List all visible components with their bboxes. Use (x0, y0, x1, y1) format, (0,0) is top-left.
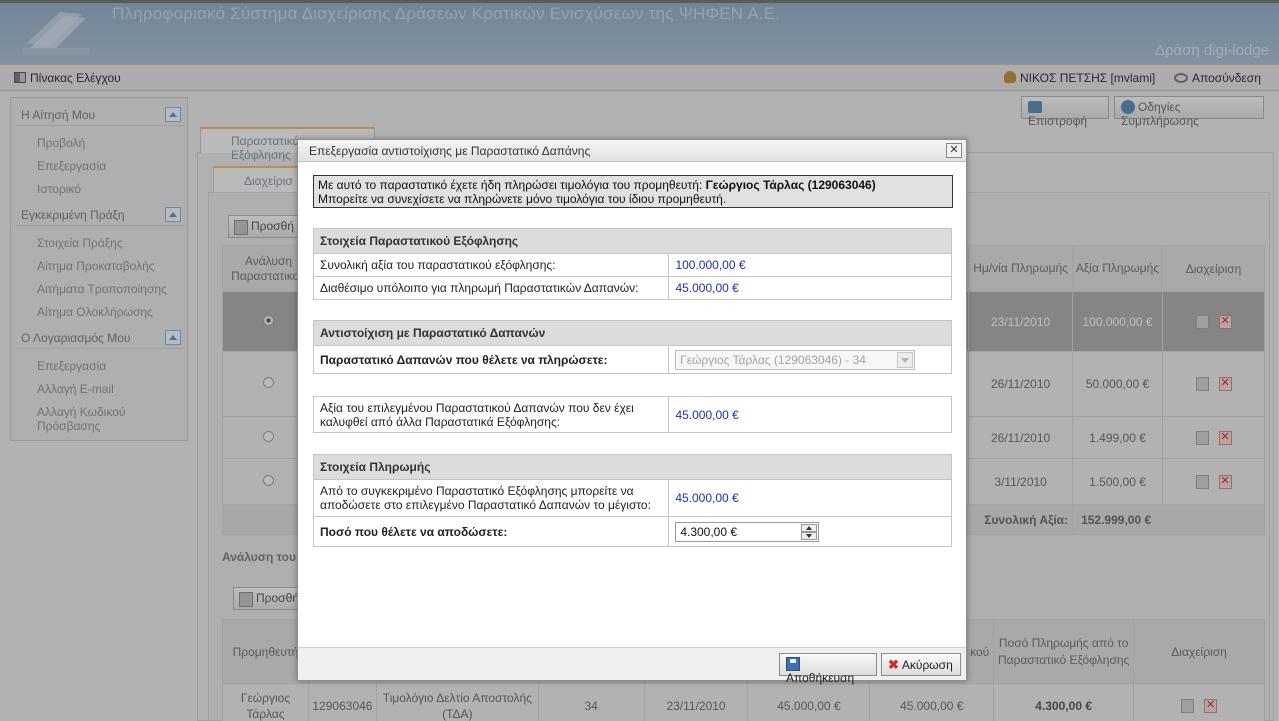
notice-text-2: Μπορείτε να συνεχίσετε να πληρώνετε μόνο… (318, 192, 727, 206)
dialog-body: Με αυτό το παραστατικό έχετε ήδη πληρώσε… (298, 163, 966, 647)
notice-supplier: Γεώργιος Τάρλας (129063046) (705, 178, 876, 192)
cancel-icon: ✖ (888, 657, 899, 672)
amount-value: 4.300,00 € (680, 524, 738, 539)
edit-matching-dialog: Επεξεργασία αντιστοίχισης με Παραστατικό… (297, 139, 967, 685)
field-value: 45.000,00 € (668, 396, 952, 433)
save-icon (786, 657, 800, 671)
expense-matching-section: Αντιστοίχιση με Παραστατικό Δαπανών Παρα… (312, 320, 952, 374)
field-label: Αξία του επιλεγμένου Παραστατικού Δαπανώ… (312, 396, 670, 433)
field-value: 45.000,00 € (668, 276, 952, 300)
dialog-title: Επεξεργασία αντιστοίχισης με Παραστατικό… (309, 144, 591, 158)
cancel-button[interactable]: ✖ Ακύρωση (881, 653, 961, 676)
save-label: Αποθήκευση (786, 671, 855, 685)
uncovered-value-section: Αξία του επιλεγμένου Παραστατικού Δαπανώ… (312, 396, 952, 433)
field-value: 100.000,00 € (668, 253, 952, 277)
close-icon[interactable]: ✕ (946, 143, 962, 158)
field-label: Παραστατικό Δαπανών που θέλετε να πληρώσ… (312, 345, 670, 374)
field-value: 45.000,00 € (668, 479, 952, 517)
field-label: Ποσό που θέλετε να αποδώσετε: (312, 516, 670, 547)
dialog-title-bar[interactable]: Επεξεργασία αντιστοίχισης με Παραστατικό… (298, 140, 966, 162)
supplier-notice: Με αυτό το παραστατικό έχετε ήδη πληρώσε… (313, 175, 953, 208)
amount-stepper[interactable]: 4.300,00 € (675, 521, 820, 542)
chevron-down-icon[interactable] (897, 351, 914, 368)
section-header: Στοιχεία Πληρωμής (313, 454, 952, 480)
notice-text: Με αυτό το παραστατικό έχετε ήδη πληρώσε… (318, 178, 706, 192)
select-value: Γεώργιος Τάρλας (129063046) - 34 (680, 352, 866, 367)
field-label: Συνολική αξία του παραστατικού εξόφλησης… (312, 253, 670, 277)
dialog-footer: Αποθήκευση ✖ Ακύρωση (298, 647, 966, 685)
expense-document-select[interactable]: Γεώργιος Τάρλας (129063046) - 34 (675, 349, 916, 370)
field-label: Από το συγκεκριμένο Παραστατικό Εξόφληση… (312, 479, 670, 517)
field-label: Διαθέσιμο υπόλοιπο για πληρωμή Παραστατι… (312, 276, 670, 300)
section-header: Στοιχεία Παραστατικού Εξόφλησης (313, 228, 952, 254)
increment-icon[interactable] (801, 523, 818, 532)
expense-document-cell: Γεώργιος Τάρλας (129063046) - 34 (668, 345, 952, 374)
save-button[interactable]: Αποθήκευση (779, 653, 877, 685)
payment-details-section: Στοιχεία Πληρωμής Από το συγκεκριμένο Πα… (312, 454, 952, 547)
amount-cell: 4.300,00 € (668, 516, 952, 547)
decrement-icon[interactable] (801, 531, 818, 540)
payment-document-details: Στοιχεία Παραστατικού Εξόφλησης Συνολική… (312, 228, 952, 300)
section-header: Αντιστοίχιση με Παραστατικό Δαπανών (313, 320, 952, 346)
cancel-label: Ακύρωση (901, 658, 953, 672)
